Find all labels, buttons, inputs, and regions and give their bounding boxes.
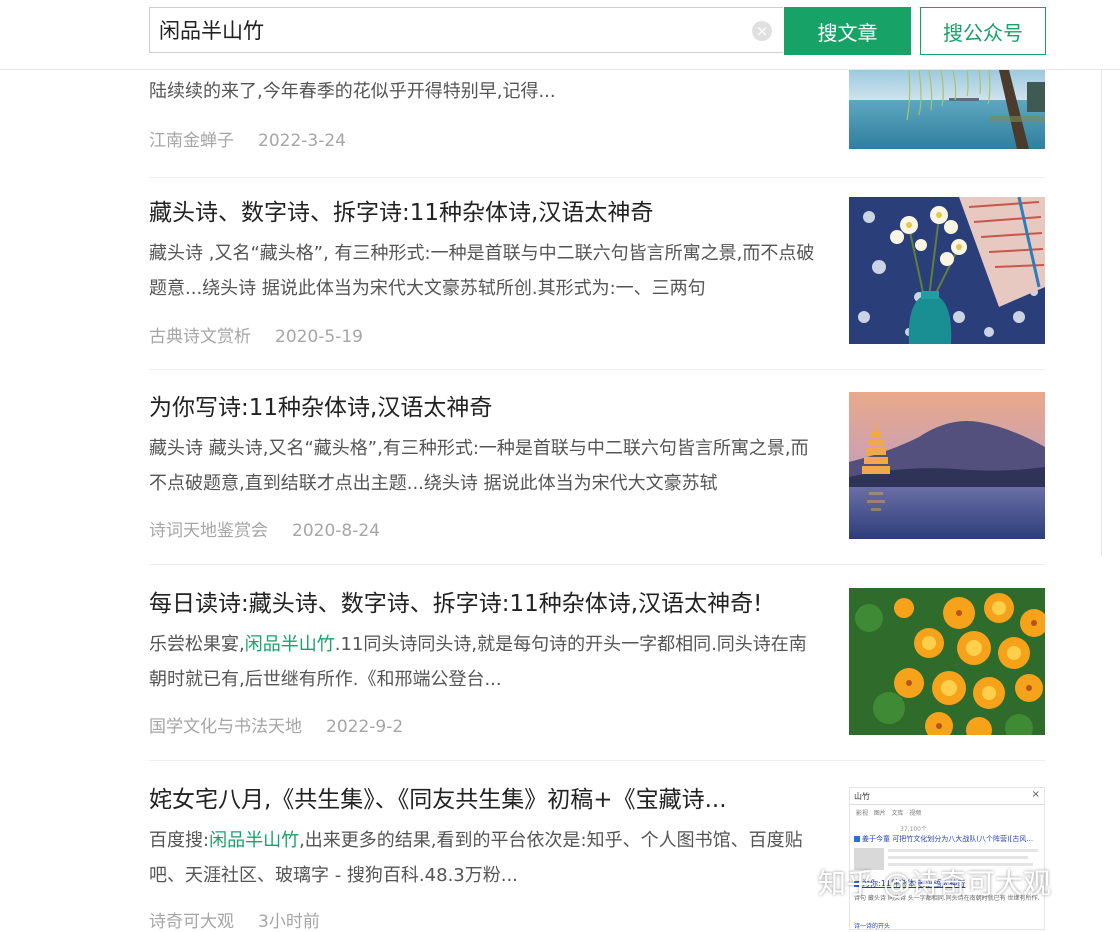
result-snippet-highlight: 闲品半山竹 (244, 634, 335, 655)
result-title[interactable]: 为你写诗:11种杂体诗,汉语太神奇 (149, 392, 809, 424)
result-source[interactable]: 江南金蝉子 (149, 131, 234, 151)
result-title[interactable]: 姹女宅八月,《共生集》、《同友共生集》初稿+《宝藏诗... (149, 784, 809, 816)
result-item[interactable]: 每日读诗:藏头诗、数字诗、拆字诗:11种杂体诗,汉语太神奇! 乐尝松果宴,闲品半… (149, 565, 1046, 761)
result-meta: 江南金蝉子 2022-3-24 (149, 126, 346, 151)
result-date: 2020-5-19 (275, 327, 363, 347)
result-item[interactable]: 藏头诗、数字诗、拆字诗:11种杂体诗,汉语太神奇 藏头诗 ,又名“藏头格”, 有… (149, 178, 1046, 370)
result-snippet: 藏头诗 藏头诗,又名“藏头格”,有三种形式:一种是首联与中二联六句皆言所寓之景,… (149, 438, 809, 494)
close-icon: × (1031, 789, 1040, 800)
clear-icon[interactable]: × (752, 21, 772, 41)
result-item[interactable]: 为你写诗:11种杂体诗,汉语太神奇 藏头诗 藏头诗,又名“藏头格”,有三种形式:… (149, 370, 1046, 565)
thumb-query: 山竹 (854, 792, 870, 801)
result-item[interactable]: 陆续续的来了,今年春季的花似乎开得特别早,记得... 江南金蝉子 2022-3-2… (149, 70, 1046, 178)
result-source[interactable]: 诗词天地鉴赏会 (149, 521, 268, 541)
search-box[interactable]: × (149, 7, 783, 53)
result-title[interactable]: 藏头诗、数字诗、拆字诗:11种杂体诗,汉语太神奇 (149, 197, 809, 229)
result-thumbnail[interactable] (849, 588, 1045, 735)
thumb-tab: 视频 (909, 810, 922, 817)
result-thumbnail[interactable] (849, 197, 1045, 344)
result-snippet: 乐尝松果宴,闲品半山竹.11同头诗同头诗,就是每句诗的开头一字都相同.同头诗在南… (149, 627, 821, 697)
thumb-tab: 图片 (873, 810, 886, 817)
result-source[interactable]: 国学文化与书法天地 (149, 717, 302, 737)
result-snippet: 百度搜:闲品半山竹,出来更多的结果,看到的平台依次是:知乎、个人图书馆、百度贴吧… (149, 823, 821, 893)
result-meta: 诗奇可大观 3小时前 (149, 907, 320, 932)
result-meta: 古典诗文赏析 2020-5-19 (149, 322, 363, 347)
search-input[interactable] (159, 12, 739, 48)
search-header: × 搜文章 搜公众号 (0, 0, 1120, 70)
result-source[interactable]: 古典诗文赏析 (149, 327, 251, 347)
thumb-link: 诗一诗的开头 (854, 923, 891, 930)
result-date: 3小时前 (258, 912, 320, 932)
thumb-count: 37,100个 (900, 826, 927, 833)
side-panel-edge (1101, 70, 1120, 556)
result-thumbnail[interactable]: 山竹 × 影视 图片 文库 视频 37,100个 姜于今童 可把竹文化划分为八大… (849, 787, 1045, 930)
search-articles-button[interactable]: 搜文章 (784, 7, 911, 55)
result-snippet: 藏头诗 ,又名“藏头格”, 有三种形式:一种是首联与中二联六句皆言所寓之景,而不… (149, 243, 815, 299)
result-meta: 国学文化与书法天地 2022-9-2 (149, 712, 403, 737)
thumb-line: 姜于今童 可把竹文化划分为八大战队(八个阵营)[古风... (862, 835, 1034, 843)
search-accounts-button[interactable]: 搜公众号 (920, 7, 1046, 55)
result-date: 2022-3-24 (258, 131, 346, 151)
result-source[interactable]: 诗奇可大观 (149, 912, 234, 932)
result-thumbnail[interactable] (849, 70, 1045, 149)
result-date: 2022-9-2 (326, 717, 404, 737)
result-snippet: 陆续续的来了,今年春季的花似乎开得特别早,记得... (149, 81, 556, 102)
result-snippet-text: 百度搜: (149, 830, 210, 851)
result-meta: 诗词天地鉴赏会 2020-8-24 (149, 516, 380, 541)
result-snippet-highlight: 闲品半山竹 (209, 830, 300, 851)
result-snippet-text: 乐尝松果宴, (149, 634, 245, 655)
result-title[interactable]: 每日读诗:藏头诗、数字诗、拆字诗:11种杂体诗,汉语太神奇! (149, 588, 809, 620)
thumb-tab: 文库 (891, 810, 904, 817)
result-thumbnail[interactable] (849, 392, 1045, 539)
result-item[interactable]: 姹女宅八月,《共生集》、《同友共生集》初稿+《宝藏诗... 百度搜:闲品半山竹,… (149, 761, 1046, 932)
thumb-tab: 影视 (856, 810, 869, 817)
result-date: 2020-8-24 (292, 521, 380, 541)
watermark: 知乎 @诗奇可大观 (818, 867, 1051, 900)
